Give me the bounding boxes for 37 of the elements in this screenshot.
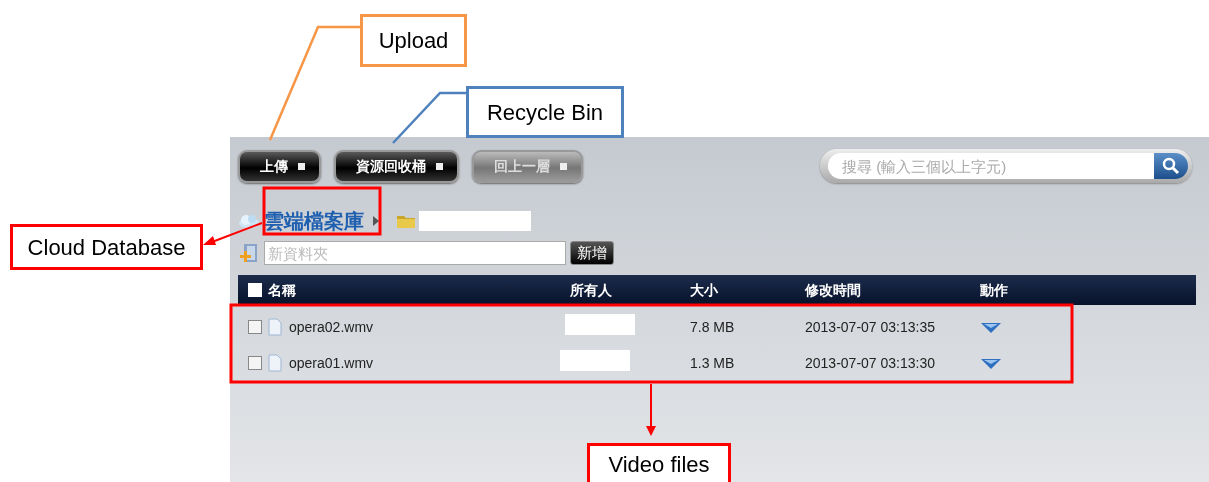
date-cell-text: 2013-07-07 03:13:30 xyxy=(805,353,936,373)
size-cell-text: 1.3 MB xyxy=(690,353,736,373)
cloud-icon xyxy=(238,213,260,229)
search-icon xyxy=(1162,157,1180,175)
column-header: 大小 xyxy=(690,280,719,300)
file-icon xyxy=(268,318,282,336)
row-checkbox[interactable] xyxy=(248,320,262,334)
toolbar-button[interactable]: 資源回收桶 xyxy=(334,149,459,183)
redaction-box xyxy=(565,313,635,335)
column-header: 動作 xyxy=(980,280,1009,300)
column-header: 所有人 xyxy=(570,280,613,300)
row-checkbox[interactable] xyxy=(248,356,262,370)
redaction-box xyxy=(560,349,630,371)
folder-icon xyxy=(396,213,416,229)
add-button[interactable]: 新增 xyxy=(570,241,614,265)
arrow xyxy=(203,222,263,245)
chevron-icon xyxy=(372,215,380,227)
callout-label: Cloud Database xyxy=(10,224,203,270)
column-header: 名稱 xyxy=(268,280,297,300)
dropdown-arrow-icon[interactable] xyxy=(980,357,1002,370)
size-cell-text: 7.8 MB xyxy=(690,317,736,337)
file-link[interactable]: opera01.wmv xyxy=(289,352,374,374)
file-link[interactable]: opera02.wmv xyxy=(289,316,374,338)
search-field[interactable]: 搜尋 (輸入三個以上字元) xyxy=(820,149,1192,183)
callout-label: Video files xyxy=(587,443,731,482)
callout-label: Recycle Bin xyxy=(466,86,624,138)
callout-label: Upload xyxy=(360,14,467,67)
column-header: 修改時間 xyxy=(805,280,862,300)
search-button[interactable] xyxy=(1154,153,1188,179)
select-all-checkbox[interactable] xyxy=(248,283,262,297)
new-folder-icon xyxy=(238,242,260,264)
date-cell-text: 2013-07-07 03:13:35 xyxy=(805,317,936,337)
toolbar-button[interactable]: 上傳 xyxy=(238,149,321,183)
file-icon xyxy=(268,354,282,372)
arrow xyxy=(646,383,656,436)
folder-name-field[interactable]: 新資料夾 xyxy=(264,241,566,265)
dropdown-arrow-icon[interactable] xyxy=(980,321,1002,334)
